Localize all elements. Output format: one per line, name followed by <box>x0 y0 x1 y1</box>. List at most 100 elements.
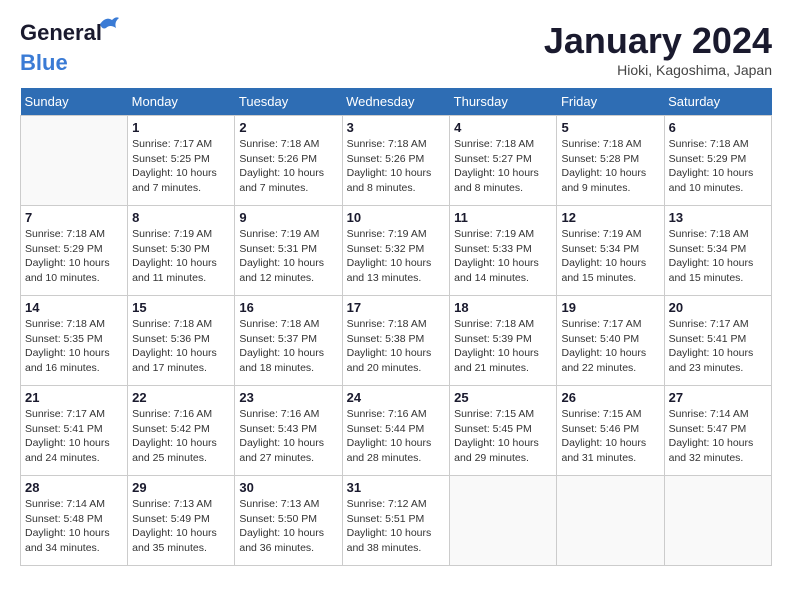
day-cell: 28Sunrise: 7:14 AMSunset: 5:48 PMDayligh… <box>21 476 128 566</box>
day-info: Sunrise: 7:17 AMSunset: 5:25 PMDaylight:… <box>132 137 230 196</box>
day-number: 16 <box>239 300 337 315</box>
day-cell: 20 Sunrise: 7:17 AMSunset: 5:41 PMDayligh… <box>664 296 771 386</box>
day-info: Sunrise: 7:19 AMSunset: 5:34 PMDaylight:… <box>561 227 659 286</box>
day-number: 25 <box>454 390 552 405</box>
day-cell <box>664 476 771 566</box>
day-cell: 25 Sunrise: 7:15 AMSunset: 5:45 PMDayligh… <box>450 386 557 476</box>
day-number: 13 <box>669 210 767 225</box>
day-info: Sunrise: 7:14 AMSunset: 5:47 PMDaylight:… <box>669 407 767 466</box>
day-info: Sunrise: 7:18 AMSunset: 5:26 PMDaylight:… <box>239 137 337 196</box>
week-row-1: 1Sunrise: 7:17 AMSunset: 5:25 PMDaylight… <box>21 116 772 206</box>
day-cell: 30 Sunrise: 7:13 AMSunset: 5:50 PMDayligh… <box>235 476 342 566</box>
day-number: 2 <box>239 120 337 135</box>
logo-general: General <box>20 20 102 45</box>
day-info: Sunrise: 7:18 AMSunset: 5:37 PMDaylight:… <box>239 317 337 376</box>
day-info: Sunrise: 7:17 AMSunset: 5:40 PMDaylight:… <box>561 317 659 376</box>
weekday-header-wednesday: Wednesday <box>342 88 450 116</box>
day-number: 22 <box>132 390 230 405</box>
day-number: 30 <box>239 480 337 495</box>
day-cell <box>450 476 557 566</box>
day-info: Sunrise: 7:19 AMSunset: 5:32 PMDaylight:… <box>347 227 446 286</box>
calendar-table: SundayMondayTuesdayWednesdayThursdayFrid… <box>20 88 772 566</box>
day-info: Sunrise: 7:18 AMSunset: 5:27 PMDaylight:… <box>454 137 552 196</box>
day-info: Sunrise: 7:18 AMSunset: 5:29 PMDaylight:… <box>669 137 767 196</box>
day-info: Sunrise: 7:18 AMSunset: 5:28 PMDaylight:… <box>561 137 659 196</box>
day-number: 19 <box>561 300 659 315</box>
day-info: Sunrise: 7:17 AMSunset: 5:41 PMDaylight:… <box>669 317 767 376</box>
weekday-header-row: SundayMondayTuesdayWednesdayThursdayFrid… <box>21 88 772 116</box>
weekday-header-friday: Friday <box>557 88 664 116</box>
day-number: 18 <box>454 300 552 315</box>
day-info: Sunrise: 7:18 AMSunset: 5:34 PMDaylight:… <box>669 227 767 286</box>
day-info: Sunrise: 7:12 AMSunset: 5:51 PMDaylight:… <box>347 497 446 556</box>
day-number: 11 <box>454 210 552 225</box>
week-row-2: 7 Sunrise: 7:18 AMSunset: 5:29 PMDaylight… <box>21 206 772 296</box>
day-number: 27 <box>669 390 767 405</box>
day-cell: 19 Sunrise: 7:17 AMSunset: 5:40 PMDayligh… <box>557 296 664 386</box>
day-info: Sunrise: 7:15 AMSunset: 5:45 PMDaylight:… <box>454 407 552 466</box>
logo: General Blue <box>20 20 102 76</box>
day-number: 12 <box>561 210 659 225</box>
day-number: 20 <box>669 300 767 315</box>
day-number: 26 <box>561 390 659 405</box>
day-number: 10 <box>347 210 446 225</box>
day-cell: 2 Sunrise: 7:18 AMSunset: 5:26 PMDaylight… <box>235 116 342 206</box>
day-cell: 5 Sunrise: 7:18 AMSunset: 5:28 PMDaylight… <box>557 116 664 206</box>
day-number: 7 <box>25 210 123 225</box>
day-cell: 6 Sunrise: 7:18 AMSunset: 5:29 PMDaylight… <box>664 116 771 206</box>
week-row-4: 21 Sunrise: 7:17 AMSunset: 5:41 PMDayligh… <box>21 386 772 476</box>
day-info: Sunrise: 7:18 AMSunset: 5:29 PMDaylight:… <box>25 227 123 286</box>
day-cell: 27 Sunrise: 7:14 AMSunset: 5:47 PMDayligh… <box>664 386 771 476</box>
day-number: 23 <box>239 390 337 405</box>
weekday-header-thursday: Thursday <box>450 88 557 116</box>
page-header: General Blue January 2024 Hioki, Kagoshi… <box>20 20 772 78</box>
day-cell: 10 Sunrise: 7:19 AMSunset: 5:32 PMDayligh… <box>342 206 450 296</box>
day-cell: 23 Sunrise: 7:16 AMSunset: 5:43 PMDayligh… <box>235 386 342 476</box>
day-info: Sunrise: 7:15 AMSunset: 5:46 PMDaylight:… <box>561 407 659 466</box>
day-cell: 29Sunrise: 7:13 AMSunset: 5:49 PMDayligh… <box>128 476 235 566</box>
location-text: Hioki, Kagoshima, Japan <box>544 62 772 78</box>
day-cell: 22Sunrise: 7:16 AMSunset: 5:42 PMDayligh… <box>128 386 235 476</box>
day-number: 24 <box>347 390 446 405</box>
day-cell: 4 Sunrise: 7:18 AMSunset: 5:27 PMDaylight… <box>450 116 557 206</box>
logo-blue: Blue <box>20 50 68 75</box>
day-cell: 9Sunrise: 7:19 AMSunset: 5:31 PMDaylight… <box>235 206 342 296</box>
day-info: Sunrise: 7:19 AMSunset: 5:33 PMDaylight:… <box>454 227 552 286</box>
weekday-header-sunday: Sunday <box>21 88 128 116</box>
day-cell: 15 Sunrise: 7:18 AMSunset: 5:36 PMDayligh… <box>128 296 235 386</box>
day-cell: 21 Sunrise: 7:17 AMSunset: 5:41 PMDayligh… <box>21 386 128 476</box>
day-info: Sunrise: 7:16 AMSunset: 5:43 PMDaylight:… <box>239 407 337 466</box>
weekday-header-saturday: Saturday <box>664 88 771 116</box>
day-number: 28 <box>25 480 123 495</box>
day-info: Sunrise: 7:18 AMSunset: 5:38 PMDaylight:… <box>347 317 446 376</box>
week-row-3: 14Sunrise: 7:18 AMSunset: 5:35 PMDayligh… <box>21 296 772 386</box>
day-number: 15 <box>132 300 230 315</box>
day-number: 6 <box>669 120 767 135</box>
day-info: Sunrise: 7:18 AMSunset: 5:36 PMDaylight:… <box>132 317 230 376</box>
day-info: Sunrise: 7:19 AMSunset: 5:30 PMDaylight:… <box>132 227 230 286</box>
day-cell: 26 Sunrise: 7:15 AMSunset: 5:46 PMDayligh… <box>557 386 664 476</box>
month-title: January 2024 <box>544 20 772 62</box>
day-cell: 1Sunrise: 7:17 AMSunset: 5:25 PMDaylight… <box>128 116 235 206</box>
day-cell: 18Sunrise: 7:18 AMSunset: 5:39 PMDayligh… <box>450 296 557 386</box>
day-number: 17 <box>347 300 446 315</box>
day-cell: 8Sunrise: 7:19 AMSunset: 5:30 PMDaylight… <box>128 206 235 296</box>
day-cell: 12 Sunrise: 7:19 AMSunset: 5:34 PMDayligh… <box>557 206 664 296</box>
day-info: Sunrise: 7:18 AMSunset: 5:26 PMDaylight:… <box>347 137 446 196</box>
day-cell: 31Sunrise: 7:12 AMSunset: 5:51 PMDayligh… <box>342 476 450 566</box>
day-cell: 24 Sunrise: 7:16 AMSunset: 5:44 PMDayligh… <box>342 386 450 476</box>
day-cell: 14Sunrise: 7:18 AMSunset: 5:35 PMDayligh… <box>21 296 128 386</box>
day-number: 5 <box>561 120 659 135</box>
day-cell: 13 Sunrise: 7:18 AMSunset: 5:34 PMDayligh… <box>664 206 771 296</box>
day-cell: 3 Sunrise: 7:18 AMSunset: 5:26 PMDaylight… <box>342 116 450 206</box>
day-cell: 7 Sunrise: 7:18 AMSunset: 5:29 PMDaylight… <box>21 206 128 296</box>
day-number: 4 <box>454 120 552 135</box>
day-info: Sunrise: 7:13 AMSunset: 5:50 PMDaylight:… <box>239 497 337 556</box>
day-info: Sunrise: 7:16 AMSunset: 5:44 PMDaylight:… <box>347 407 446 466</box>
day-cell: 16 Sunrise: 7:18 AMSunset: 5:37 PMDayligh… <box>235 296 342 386</box>
day-number: 3 <box>347 120 446 135</box>
day-number: 14 <box>25 300 123 315</box>
day-info: Sunrise: 7:17 AMSunset: 5:41 PMDaylight:… <box>25 407 123 466</box>
day-number: 9 <box>239 210 337 225</box>
day-number: 21 <box>25 390 123 405</box>
